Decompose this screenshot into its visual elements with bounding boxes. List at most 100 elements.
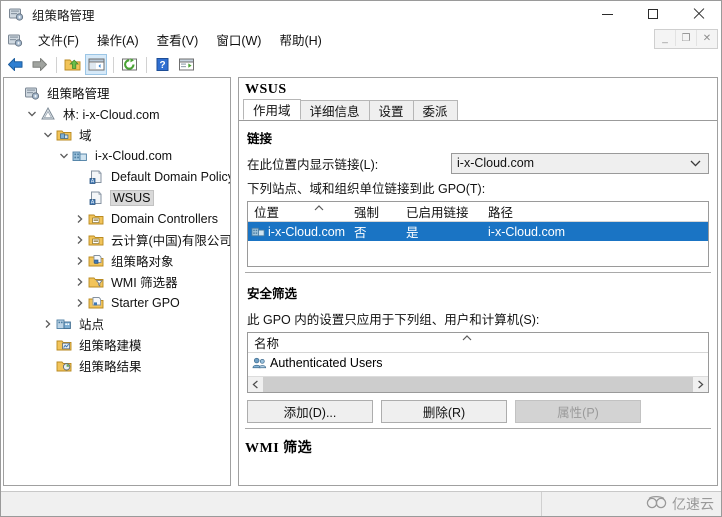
tree-item-6[interactable]: Domain Controllers xyxy=(4,208,230,229)
scroll-left-arrow-icon[interactable] xyxy=(248,377,263,392)
sort-ascending-icon xyxy=(314,203,324,214)
gpo-title: WSUS xyxy=(245,82,287,97)
forward-button[interactable] xyxy=(28,54,50,75)
tree-item-13[interactable]: 组策略结果 xyxy=(4,355,230,376)
child-restore-button[interactable]: ❐ xyxy=(675,30,696,46)
tree-item-0[interactable]: 组策略管理 xyxy=(4,82,230,103)
tree-item-1[interactable]: 林: i-x-Cloud.com xyxy=(4,103,230,124)
tree-item-11[interactable]: 站点 xyxy=(4,313,230,334)
toolbar-separator xyxy=(56,56,57,73)
gpo-links-listbox[interactable]: 位置 强制 已启用链接 路径 i-x-Cloud.com 否 是 i-x-Clo… xyxy=(247,201,709,267)
chevron-down-icon[interactable] xyxy=(40,130,56,140)
scroll-right-arrow-icon[interactable] xyxy=(693,377,708,392)
tree-item-8[interactable]: 组策略对象 xyxy=(4,250,230,271)
list-item[interactable]: Authenticated Users xyxy=(248,353,708,372)
child-minimize-button[interactable]: _ xyxy=(655,30,675,46)
add-button[interactable]: 添加(D)... xyxy=(247,400,373,423)
scrollbar-track[interactable] xyxy=(263,377,693,392)
tree-item-3[interactable]: i-x-Cloud.com xyxy=(4,145,230,166)
refresh-button[interactable] xyxy=(118,54,140,75)
menu-help[interactable]: 帮助(H) xyxy=(270,27,330,53)
chevron-right-icon[interactable] xyxy=(72,298,88,308)
child-close-button[interactable]: ✕ xyxy=(696,30,717,46)
tree-item-2[interactable]: 域 xyxy=(4,124,230,145)
tab-details[interactable]: 详细信息 xyxy=(299,100,370,120)
chevron-right-icon[interactable] xyxy=(40,319,56,329)
tree-item-label: i-x-Cloud.com xyxy=(95,148,173,163)
security-filtering-listbox[interactable]: 名称 Authenticated Users xyxy=(247,332,709,393)
tree-item-label: WMI 筛选器 xyxy=(111,276,178,290)
scope-tab-panel: 链接 在此位置内显示链接(L): i-x-Cloud.com 下列站点、域和组织… xyxy=(239,121,717,483)
chevron-right-icon[interactable] xyxy=(72,214,88,224)
tree-item-5[interactable]: A WSUS xyxy=(4,187,230,208)
scrollbar-thumb[interactable] xyxy=(263,377,693,392)
tab-scope[interactable]: 作用域 xyxy=(243,99,301,120)
window-controls xyxy=(584,0,722,28)
title-bar: 组策略管理 xyxy=(0,0,722,29)
gpo-container-icon xyxy=(88,253,106,269)
tree-item-10[interactable]: Starter GPO xyxy=(4,292,230,313)
col-name[interactable]: 名称 xyxy=(248,333,708,352)
console-tree-pane[interactable]: 组策略管理林: i-x-Cloud.com 域 i-x-Cloud.com A Defa… xyxy=(3,77,231,486)
tree-item-label: 组策略管理 xyxy=(47,87,110,101)
col-location[interactable]: 位置 xyxy=(248,202,348,221)
domain-icon xyxy=(251,225,266,239)
properties-button: 属性(P) xyxy=(515,400,641,423)
up-one-level-button[interactable] xyxy=(61,54,83,75)
security-button-row: 添加(D)... 删除(R) 属性(P) xyxy=(239,393,717,423)
ou-folder-icon xyxy=(88,232,106,248)
tree-item-4[interactable]: A Default Domain Policy xyxy=(4,166,230,187)
minimize-button[interactable] xyxy=(584,0,630,28)
chevron-down-icon[interactable] xyxy=(56,151,72,161)
show-hide-tree-button[interactable] xyxy=(85,54,107,75)
tab-settings[interactable]: 设置 xyxy=(368,100,414,120)
table-row[interactable]: i-x-Cloud.com 否 是 i-x-Cloud.com xyxy=(248,222,708,241)
export-list-button[interactable] xyxy=(175,54,197,75)
tree-item-9[interactable]: WMI 筛选器 xyxy=(4,271,230,292)
gp-modeling-icon xyxy=(56,337,74,353)
security-list-header: 名称 xyxy=(248,333,708,353)
forest-icon xyxy=(40,106,58,122)
menu-window[interactable]: 窗口(W) xyxy=(207,27,270,53)
security-principal-name: Authenticated Users xyxy=(270,355,383,370)
menu-file[interactable]: 文件(F) xyxy=(29,27,88,53)
tree-item-12[interactable]: 组策略建模 xyxy=(4,334,230,355)
cloud-logo-icon xyxy=(646,495,668,513)
col-link-enabled[interactable]: 已启用链接 xyxy=(400,202,482,221)
chevron-right-icon[interactable] xyxy=(72,235,88,245)
horizontal-scrollbar[interactable] xyxy=(248,376,708,392)
chevron-right-icon[interactable] xyxy=(72,277,88,287)
gpo-link-icon: A xyxy=(88,190,106,206)
link-location-combo[interactable]: i-x-Cloud.com xyxy=(451,152,709,174)
status-bar xyxy=(0,491,722,517)
close-button[interactable] xyxy=(676,0,722,28)
links-list-header: 位置 强制 已启用链接 路径 xyxy=(248,202,708,222)
back-button[interactable] xyxy=(4,54,26,75)
col-enforced[interactable]: 强制 xyxy=(348,202,400,221)
help-button[interactable]: ? xyxy=(151,54,173,75)
window-title: 组策略管理 xyxy=(32,8,95,23)
menu-view[interactable]: 查看(V) xyxy=(148,27,208,53)
cell-location: i-x-Cloud.com xyxy=(268,224,346,239)
links-list-caption: 下列站点、域和组织单位链接到此 GPO(T): xyxy=(247,182,486,196)
remove-button[interactable]: 删除(R) xyxy=(381,400,507,423)
chevron-down-icon[interactable] xyxy=(24,109,40,119)
toolbar-separator xyxy=(113,56,114,73)
svg-text:?: ? xyxy=(159,60,165,71)
details-pane: WSUS 作用域 详细信息 设置 委派 链接 在此位置内显示链接(L): i-x… xyxy=(238,77,718,486)
tab-strip: 作用域 详细信息 设置 委派 xyxy=(239,99,717,121)
tree-item-7[interactable]: 云计算(中国)有限公司 xyxy=(4,229,230,250)
domain-icon xyxy=(72,148,90,164)
maximize-button[interactable] xyxy=(630,0,676,28)
tab-delegation[interactable]: 委派 xyxy=(412,100,458,120)
gpo-link-icon: A xyxy=(88,169,106,185)
toolbar-separator xyxy=(146,56,147,73)
tree-item-label: 域 xyxy=(79,129,92,143)
tree-item-label: WSUS xyxy=(110,189,154,206)
menu-action[interactable]: 操作(A) xyxy=(88,27,148,53)
child-window-controls: _ ❐ ✕ xyxy=(654,29,718,49)
chevron-right-icon[interactable] xyxy=(72,256,88,266)
watermark-text: 亿速云 xyxy=(672,496,714,512)
col-path[interactable]: 路径 xyxy=(482,202,708,221)
gp-results-icon xyxy=(56,358,74,374)
